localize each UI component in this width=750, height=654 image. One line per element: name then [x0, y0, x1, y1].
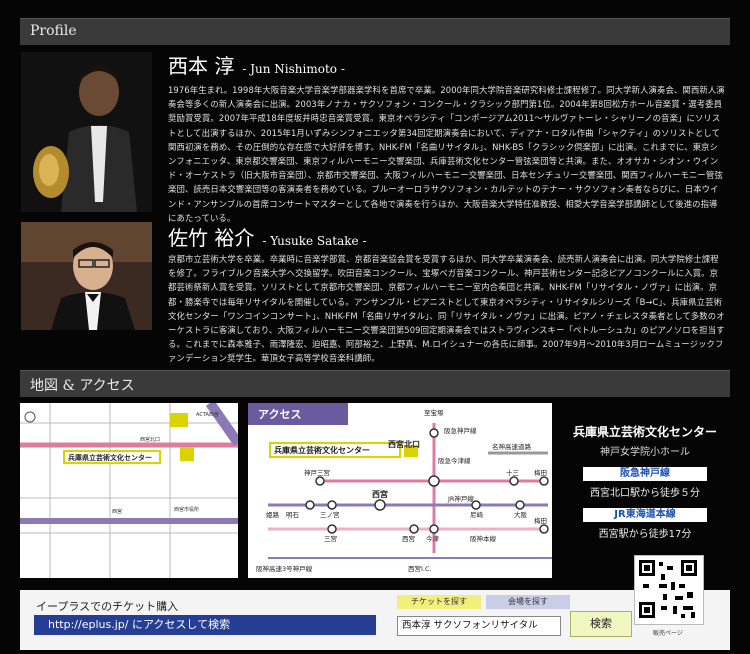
- street-map-graphic: 兵庫県立芸術文化センター ACTA西宮 西宮市役所 西宮 西宮北口: [20, 403, 238, 578]
- qr-code-icon: [635, 556, 701, 622]
- label-amagasaki: 尼崎: [470, 510, 484, 519]
- profile-header-title: Profile: [30, 23, 77, 39]
- label-nishinomiya: 西宮: [372, 489, 388, 499]
- name-en: - Jun Nishimoto -: [242, 62, 345, 76]
- route-venue-label: 兵庫県立芸術文化センター: [274, 445, 370, 455]
- street-map: 兵庫県立芸術文化センター ACTA西宮 西宮市役所 西宮 西宮北口: [20, 403, 238, 578]
- venue-map-label: 兵庫県立芸術文化センター: [68, 453, 152, 462]
- yusuke-satake-name: 佐竹 裕介 - Yusuke Satake -: [168, 222, 367, 251]
- yusuke-satake-bio: 京都市立芸術大学を卒業。卒業時に音楽学部賞、京都音楽協会賞を受賞するほか、同大学…: [168, 254, 725, 364]
- label-nishinomiya-kitaguchi: 西宮北口: [388, 439, 420, 449]
- acta-label: ACTA西宮: [196, 411, 219, 418]
- tab-find-venue[interactable]: 会場を探す: [486, 595, 570, 609]
- nishinomiya-label: 西宮: [112, 508, 122, 515]
- yusuke-satake-photo: [21, 222, 152, 330]
- label-imazu: 今津: [426, 534, 440, 543]
- qr-caption: 販売ページ: [653, 630, 683, 637]
- search-input[interactable]: 西本淳 サクソフォンリサイタル: [397, 616, 561, 636]
- ticket-title: イープラスでのチケット購入: [36, 600, 179, 613]
- jun-nishimoto-name: 西本 淳 - Jun Nishimoto -: [168, 50, 345, 79]
- label-kobe-sannomiya: 神戸三宮: [304, 468, 330, 477]
- label-sannomiya-hanshin: 三宮: [324, 534, 337, 543]
- line-hankyu-kobe: 阪急神戸線: [583, 467, 707, 481]
- jun-nishimoto-bio: 1976年生まれ。1998年大阪音楽大学音楽学部器楽学科を首席で卒業。2000年…: [168, 85, 725, 223]
- jun-nishimoto-photo: [21, 52, 152, 212]
- walk-time-1: 西宮北口駅から徒歩５分: [590, 488, 700, 499]
- label-meishin: 名神高速道路: [492, 442, 532, 451]
- name-jp: 佐竹 裕介: [168, 226, 255, 250]
- label-osaka: 大阪: [514, 510, 528, 519]
- label-himeji: 姫路: [266, 510, 280, 519]
- label-hanshin-main: 阪神本線: [470, 534, 497, 543]
- city-hall-label: 西宮市役所: [174, 506, 199, 513]
- label-takarazuka: 至宝塚: [424, 408, 444, 417]
- profile-header: Profile: [20, 18, 730, 45]
- tab-find-ticket[interactable]: チケットを探す: [397, 595, 481, 609]
- route-map-graphic: アクセス 兵庫県立芸術文化センター 西宮北口 至宝塚 阪急今津線 阪急神戸線 名…: [248, 403, 552, 578]
- label-umeda-hanshin: 梅田: [534, 516, 547, 525]
- name-jp: 西本 淳: [168, 54, 235, 78]
- portrait-image: [21, 222, 152, 330]
- route-map-title: アクセス: [258, 408, 301, 421]
- label-nishinomiya-hanshin: 西宮: [402, 534, 415, 543]
- qr-code[interactable]: [634, 555, 704, 625]
- access-header-title: 地図 & アクセス: [30, 378, 135, 394]
- walk-time-2: 西宮駅から徒歩17分: [598, 529, 692, 540]
- label-expressway: 阪神高速3号神戸線: [256, 564, 313, 573]
- venue-hall: 神戸女学院小ホール: [600, 447, 690, 458]
- eplus-url-link[interactable]: http://eplus.jp/ にアクセスして検索: [34, 615, 376, 635]
- label-hankyu-kobe: 阪急神戸線: [444, 426, 477, 435]
- ticket-bar: イープラスでのチケット購入 http://eplus.jp/ にアクセスして検索…: [20, 590, 730, 650]
- access-header: 地図 & アクセス: [20, 370, 730, 397]
- label-akashi: 明石: [286, 511, 300, 519]
- label-nishinomiya-ic: 西宮I.C.: [408, 564, 432, 573]
- label-jr-kobe: JR神戸線: [447, 494, 474, 503]
- venue-info: 兵庫県立芸術文化センター 神戸女学院小ホール 阪急神戸線 西宮北口駅から徒歩５分…: [560, 403, 730, 540]
- label-umeda-hankyu: 梅田: [534, 468, 547, 477]
- venue-title: 兵庫県立芸術文化センター: [572, 425, 717, 439]
- portrait-image: [21, 52, 152, 212]
- label-imazu-line: 阪急今津線: [438, 456, 471, 465]
- route-map: アクセス 兵庫県立芸術文化センター 西宮北口 至宝塚 阪急今津線 阪急神戸線 名…: [248, 403, 552, 578]
- nishinomiya-kitaguchi-label: 西宮北口: [140, 436, 160, 443]
- line-jr-tokaido: JR東海道本線: [583, 508, 707, 522]
- search-button[interactable]: 検索: [570, 611, 632, 637]
- label-sannomiya-jr: 三ノ宮: [320, 510, 340, 519]
- label-juso: 十三: [506, 468, 520, 477]
- name-en: - Yusuke Satake -: [262, 234, 367, 248]
